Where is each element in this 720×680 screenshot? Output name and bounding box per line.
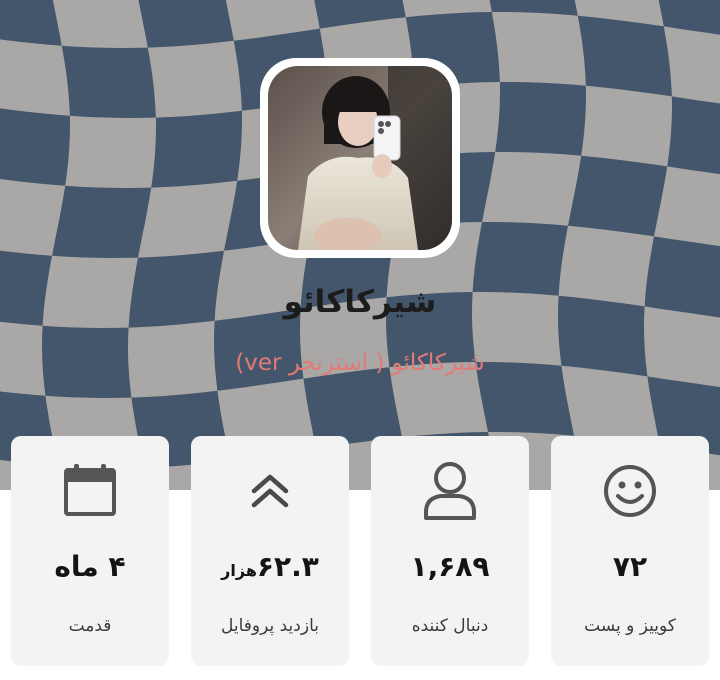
checker-tile bbox=[0, 108, 70, 186]
checker-tile bbox=[489, 0, 578, 16]
checker-tile bbox=[0, 0, 62, 46]
stat-value: ۱,۶۸۹ bbox=[410, 550, 490, 583]
checker-tile bbox=[314, 0, 406, 29]
stat-card-age[interactable]: ۴ ماه قدمت bbox=[11, 436, 169, 666]
stat-label: قدمت bbox=[68, 616, 112, 636]
stat-label: کوییز و پست bbox=[584, 616, 676, 636]
profile-subtitle: شیرکاکائو ( استرنجر ver) bbox=[235, 350, 485, 376]
checker-tile bbox=[61, 45, 156, 118]
checker-tile bbox=[577, 15, 672, 97]
stat-value: ۷۲ bbox=[612, 550, 648, 583]
checker-tile bbox=[495, 82, 586, 156]
stat-value: ۶۲.۳هزار bbox=[221, 550, 319, 583]
double-chevron-up-icon bbox=[191, 458, 349, 524]
avatar-image bbox=[268, 66, 452, 250]
stat-value: ۴ ماه bbox=[54, 550, 126, 583]
checker-tile bbox=[52, 185, 152, 258]
calendar-icon bbox=[11, 458, 169, 524]
stat-card-followers[interactable]: ۱,۶۸۹ دنبال کننده bbox=[371, 436, 529, 666]
profile-name: شیرکاکائو bbox=[283, 284, 437, 320]
stat-card-quizzes-posts[interactable]: ۷۲ کوییز و پست bbox=[551, 436, 709, 666]
checker-tile bbox=[667, 96, 720, 175]
stat-card-profile-views[interactable]: ۶۲.۳هزار بازدید پروفایل bbox=[191, 436, 349, 666]
stat-label: بازدید پروفایل bbox=[221, 616, 319, 636]
stat-label: دنبال کننده bbox=[411, 616, 489, 636]
avatar[interactable] bbox=[260, 58, 460, 258]
smiley-icon bbox=[551, 458, 709, 524]
checker-tile bbox=[151, 110, 242, 188]
checker-tile bbox=[568, 155, 668, 237]
checker-tile bbox=[138, 0, 234, 48]
user-icon bbox=[371, 458, 529, 524]
